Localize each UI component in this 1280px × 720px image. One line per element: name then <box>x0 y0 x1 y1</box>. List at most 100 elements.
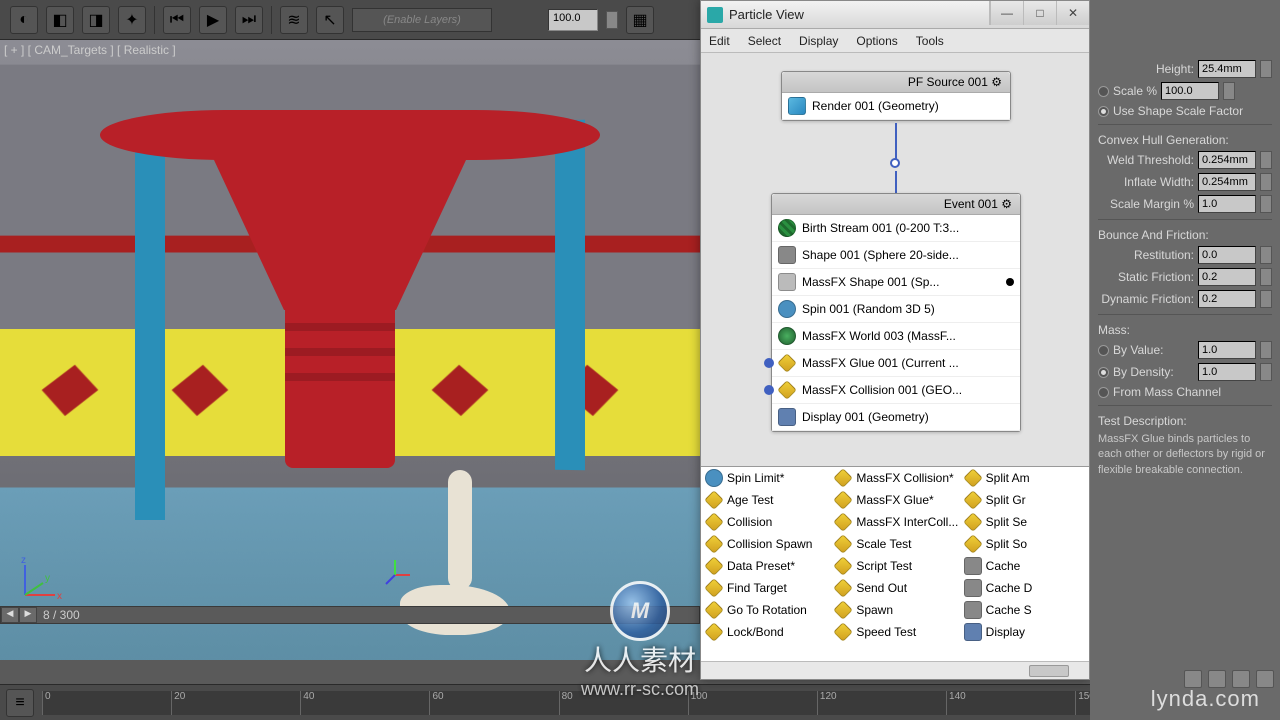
zoom-icon[interactable] <box>1232 670 1250 688</box>
event-header[interactable]: Event 001 ⚙ <box>772 194 1020 215</box>
depot-operator[interactable]: Display <box>960 621 1089 643</box>
restitution-spinner[interactable]: 0.0 <box>1198 246 1256 264</box>
test-output-socket-icon[interactable] <box>764 385 774 395</box>
weld-spinner[interactable]: 0.254mm <box>1198 151 1256 169</box>
test-icon <box>833 468 853 488</box>
depot-operator[interactable]: Find Target <box>701 577 830 599</box>
event-operator[interactable]: MassFX World 003 (MassF... <box>772 323 1020 350</box>
tool-highlight-icon[interactable]: ✦ <box>118 6 146 34</box>
mass-by-value-radio[interactable] <box>1098 345 1109 356</box>
depot-operator[interactable]: Spawn <box>830 599 959 621</box>
depot-operator[interactable]: MassFX Collision* <box>830 467 959 489</box>
viewport-3d[interactable]: x z y <box>0 40 700 660</box>
timeline-scrollbar[interactable]: ◀ ▶ 8 / 300 <box>0 606 700 624</box>
dynamic-friction-spinner[interactable]: 0.2 <box>1198 290 1256 308</box>
event-operator[interactable]: Shape 001 (Sphere 20-side... <box>772 242 1020 269</box>
scale-pct-spinner[interactable]: 100.0 <box>1161 82 1219 100</box>
event-operator[interactable]: Display 001 (Geometry) <box>772 404 1020 431</box>
depot-operator[interactable]: Lock/Bond <box>701 621 830 643</box>
orbit-icon[interactable] <box>1208 670 1226 688</box>
pf-source-header[interactable]: PF Source 001 ⚙ <box>782 72 1010 93</box>
viewport-nav-tools <box>1184 670 1274 688</box>
mass-channel-radio[interactable] <box>1098 387 1109 398</box>
spinner-arrows-icon[interactable] <box>606 11 618 29</box>
opacity-spinner[interactable]: 100.0 <box>548 9 598 31</box>
mass-by-density-radio[interactable] <box>1098 367 1109 378</box>
depot-operator[interactable]: Split Am <box>960 467 1089 489</box>
margin-spinner[interactable]: 1.0 <box>1198 195 1256 213</box>
depot-operator[interactable]: Cache S <box>960 599 1089 621</box>
event-node[interactable]: Event 001 ⚙ Birth Stream 001 (0-200 T:3.… <box>771 193 1021 432</box>
depot-operator[interactable]: Split Se <box>960 511 1089 533</box>
close-icon[interactable]: ✕ <box>1056 1 1089 25</box>
depot-operator[interactable]: Cache <box>960 555 1089 577</box>
timeline-tick: 100 <box>688 691 708 715</box>
depot-operator[interactable]: Go To Rotation <box>701 599 830 621</box>
tool-extra-icon[interactable]: ▦ <box>626 6 654 34</box>
menu-tools[interactable]: Tools <box>916 34 944 48</box>
depot-operator[interactable]: Data Preset* <box>701 555 830 577</box>
event-operator[interactable]: MassFX Shape 001 (Sp... <box>772 269 1020 296</box>
mass-density-spinner[interactable]: 1.0 <box>1198 363 1256 381</box>
menu-select[interactable]: Select <box>748 34 781 48</box>
pf-source-node[interactable]: PF Source 001 ⚙ Render 001 (Geometry) <box>781 71 1011 121</box>
depot-operator[interactable]: Age Test <box>701 489 830 511</box>
tool-shirt-icon[interactable]: ◧ <box>46 6 74 34</box>
particle-view-titlebar[interactable]: Particle View — □ ✕ <box>701 1 1089 29</box>
timeline-track[interactable]: 020406080100120140150180 <box>42 691 1272 715</box>
test-icon <box>704 578 724 598</box>
menu-edit[interactable]: Edit <box>709 34 730 48</box>
static-friction-spinner[interactable]: 0.2 <box>1198 268 1256 286</box>
particle-flow-canvas[interactable]: PF Source 001 ⚙ Render 001 (Geometry) Ev… <box>701 53 1089 466</box>
event-operator[interactable]: MassFX Glue 001 (Current ... <box>772 350 1020 377</box>
minimize-icon[interactable]: — <box>990 1 1023 25</box>
select-icon[interactable]: ↖ <box>316 6 344 34</box>
play-end-icon[interactable]: ⏭ <box>235 6 263 34</box>
height-spinner[interactable]: 25.4mm <box>1198 60 1256 78</box>
event-operator[interactable]: MassFX Collision 001 (GEO... <box>772 377 1020 404</box>
depot-operator[interactable]: Collision Spawn <box>701 533 830 555</box>
particle-view-title: Particle View <box>729 7 804 22</box>
mass-value-spinner[interactable]: 1.0 <box>1198 341 1256 359</box>
scale-pct-radio[interactable] <box>1098 86 1109 97</box>
viewport[interactable]: x z y [ + ] [ CAM_Targets ] [ Realistic … <box>0 40 700 660</box>
maximize-icon[interactable]: □ <box>1023 1 1056 25</box>
play-icon[interactable]: ▶ <box>199 6 227 34</box>
depot-operator[interactable]: Script Test <box>830 555 959 577</box>
layers-icon[interactable]: ≋ <box>280 6 308 34</box>
tool-erase-icon[interactable]: ◨ <box>82 6 110 34</box>
scroll-right-icon[interactable]: ▶ <box>19 607 37 623</box>
particle-view-window: Particle View — □ ✕ Edit Select Display Opt… <box>700 0 1090 680</box>
depot-operator[interactable]: Scale Test <box>830 533 959 555</box>
maximize-viewport-icon[interactable] <box>1256 670 1274 688</box>
pan-icon[interactable] <box>1184 670 1202 688</box>
layers-dropdown[interactable]: (Enable Layers) <box>352 8 492 32</box>
cache-icon <box>964 579 982 597</box>
depot-operator[interactable]: Cache D <box>960 577 1089 599</box>
menu-display[interactable]: Display <box>799 34 838 48</box>
birth-icon <box>778 219 796 237</box>
scroll-left-icon[interactable]: ◀ <box>1 607 19 623</box>
menu-options[interactable]: Options <box>856 34 897 48</box>
play-start-icon[interactable]: ⏮ <box>163 6 191 34</box>
timeline[interactable]: ≡ 020406080100120140150180 <box>0 684 1280 720</box>
viewport-label[interactable]: [ + ] [ CAM_Targets ] [ Realistic ] <box>4 43 176 57</box>
event-operator[interactable]: Birth Stream 001 (0-200 T:3... <box>772 215 1020 242</box>
inflate-spinner[interactable]: 0.254mm <box>1198 173 1256 191</box>
depot-operator[interactable]: Speed Test <box>830 621 959 643</box>
depot-operator[interactable]: Send Out <box>830 577 959 599</box>
use-shape-scale-radio[interactable] <box>1098 106 1109 117</box>
depot-operator[interactable]: Split So <box>960 533 1089 555</box>
depot-operator[interactable]: MassFX InterColl... <box>830 511 959 533</box>
depot-operator[interactable]: Spin Limit* <box>701 467 830 489</box>
depot-operator[interactable]: Collision <box>701 511 830 533</box>
event-operator[interactable]: Spin 001 (Random 3D 5) <box>772 296 1020 323</box>
depot-scrollbar[interactable] <box>701 661 1089 679</box>
depot-operator[interactable]: Split Gr <box>960 489 1089 511</box>
timeline-config-icon[interactable]: ≡ <box>6 689 34 717</box>
render-operator[interactable]: Render 001 (Geometry) <box>782 93 1010 120</box>
depot-operator[interactable]: MassFX Glue* <box>830 489 959 511</box>
tool-teapot-icon[interactable]: ◐ <box>10 6 38 34</box>
test-output-socket-icon[interactable] <box>764 358 774 368</box>
test-icon <box>963 490 983 510</box>
